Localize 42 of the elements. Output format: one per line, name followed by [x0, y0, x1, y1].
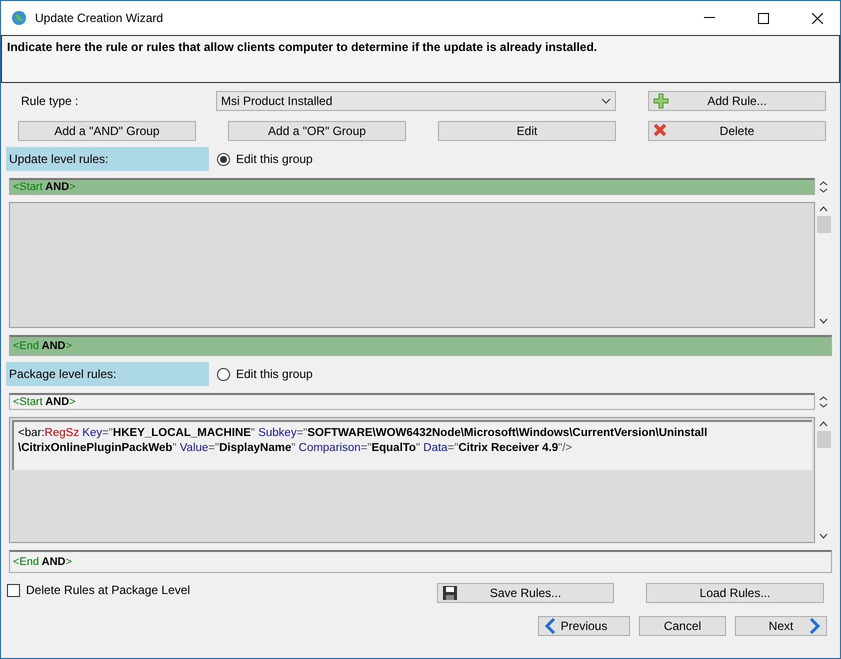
rule-type-label: Rule type :: [20, 94, 80, 108]
scroll-up-icon[interactable]: [819, 421, 828, 427]
group-start-text: <Start AND>: [13, 181, 76, 193]
previous-button[interactable]: Previous: [538, 616, 630, 636]
load-rules-button[interactable]: Load Rules...: [646, 583, 824, 603]
scrollbar-thumb[interactable]: [816, 216, 830, 233]
scroll-up-icon[interactable]: [819, 206, 828, 212]
delete-icon: [653, 123, 667, 137]
add-or-group-button[interactable]: Add a "OR" Group: [228, 121, 406, 141]
checkbox[interactable]: [7, 584, 20, 596]
radio-label[interactable]: Edit this group: [236, 367, 313, 381]
plus-icon: [653, 93, 669, 109]
next-button[interactable]: Next: [735, 616, 827, 636]
globe-icon: [11, 10, 27, 26]
group-label: Update level rules:: [6, 147, 209, 171]
instruction-text: Indicate here the rule or rules that allow clients computer to determine if the update is already installed.: [7, 40, 598, 54]
scrollbar-thumb[interactable]: [816, 431, 830, 448]
delete-button[interactable]: Delete: [648, 121, 826, 141]
close-icon[interactable]: [812, 12, 822, 24]
add-and-group-button[interactable]: Add a "AND" Group: [18, 121, 196, 141]
group-end-text: <End AND>: [13, 340, 72, 352]
group-start-text: <Start AND>: [13, 396, 76, 408]
cancel-button[interactable]: Cancel: [639, 616, 726, 636]
spin-arrows-icon[interactable]: [819, 180, 828, 192]
scroll-down-icon[interactable]: [819, 318, 828, 324]
maximize-icon[interactable]: [758, 12, 768, 24]
rule-type-dropdown[interactable]: Msi Product Installed: [216, 91, 616, 111]
radio-button[interactable]: [217, 368, 230, 380]
window-title: Update Creation Wizard: [35, 11, 164, 25]
caret-icon: [601, 98, 611, 104]
add-rule-button[interactable]: Add Rule...: [648, 91, 826, 111]
edit-button[interactable]: Edit: [438, 121, 616, 141]
scroll-down-icon[interactable]: [819, 533, 828, 539]
checkbox-label[interactable]: Delete Rules at Package Level: [26, 583, 190, 597]
spin-arrows-icon[interactable]: [819, 396, 828, 408]
save-rules-button[interactable]: Save Rules...: [437, 583, 614, 603]
radio-label[interactable]: Edit this group: [236, 152, 313, 166]
radio-button[interactable]: [217, 152, 230, 166]
group-end-text: <End AND>: [13, 556, 72, 568]
minimize-icon[interactable]: [704, 17, 714, 19]
group-label: Package level rules:: [6, 362, 209, 386]
rule-item[interactable]: <bar:RegSz Key="HKEY_LOCAL_MACHINE" Subkey="SOFTWARE\WOW6432Node\Microsoft\Windows\CurrentVersion\Uninstall \CitrixOnlinePluginPackWeb" Value="DisplayName" Comparison="EqualTo" Data="Citrix Receiver 4.9"/>: [12, 420, 812, 470]
